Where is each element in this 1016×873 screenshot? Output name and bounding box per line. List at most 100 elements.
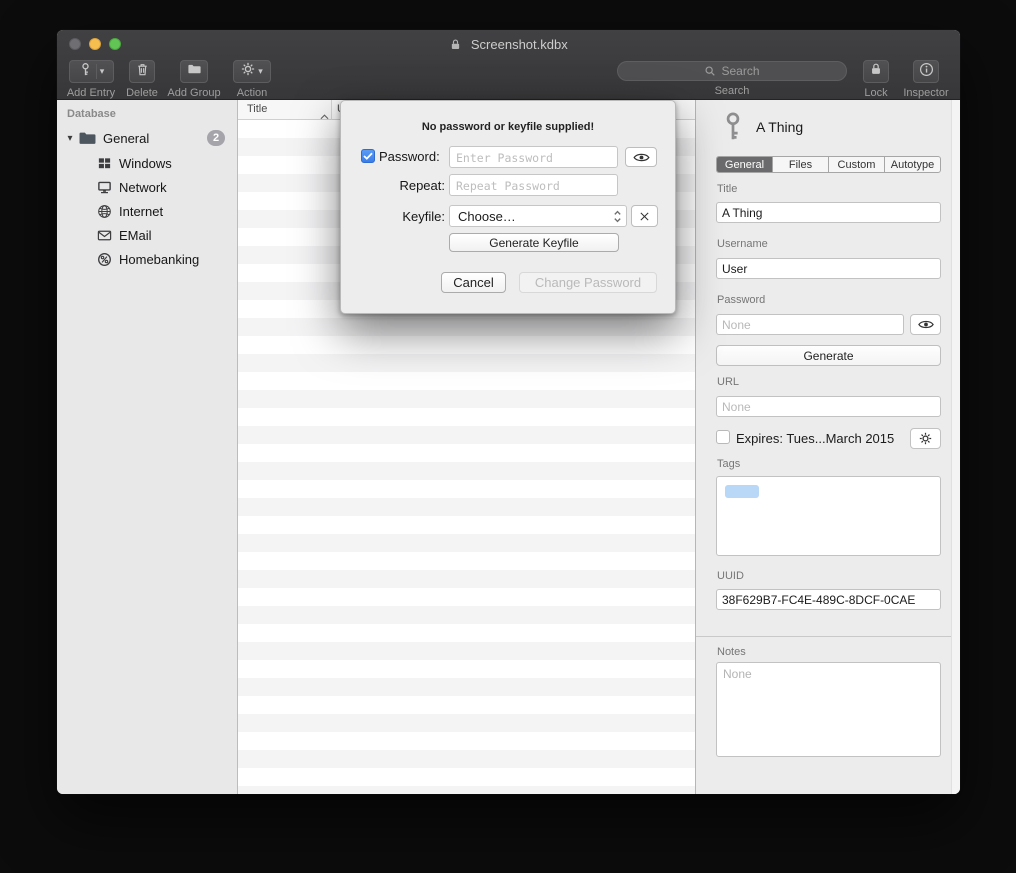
key-icon <box>722 112 744 147</box>
globe-icon <box>97 204 112 219</box>
lock-button[interactable] <box>863 60 889 83</box>
show-password-button[interactable] <box>625 147 657 167</box>
password-input[interactable] <box>449 146 618 168</box>
group-label: Network <box>119 180 167 195</box>
title-field[interactable] <box>716 202 941 223</box>
password-checkbox[interactable] <box>361 149 375 163</box>
folder-icon <box>79 131 96 146</box>
tab-custom[interactable]: Custom <box>829 157 885 172</box>
cancel-button[interactable]: Cancel <box>441 272 506 293</box>
gear-icon <box>241 62 255 81</box>
window-header: Screenshot.kdbx ▾ Add Entry Delete <box>57 30 960 100</box>
titlebar: Screenshot.kdbx <box>57 36 960 52</box>
password-label: Password: <box>379 149 440 164</box>
group-label: General <box>103 131 149 146</box>
password-label: Password <box>717 294 765 306</box>
password-field[interactable] <box>716 314 904 335</box>
group-label: Internet <box>119 204 163 219</box>
action-label: Action <box>229 87 275 99</box>
notes-field[interactable] <box>716 662 941 757</box>
tags-field[interactable] <box>716 476 941 556</box>
change-password-dialog: No password or keyfile supplied! Passwor… <box>340 100 676 314</box>
email-icon <box>97 228 112 243</box>
clear-keyfile-button[interactable] <box>631 205 658 227</box>
action-button[interactable]: ▾ <box>233 60 271 83</box>
uuid-label: UUID <box>717 570 744 582</box>
info-icon <box>919 62 934 82</box>
entry-title: A Thing <box>756 119 803 135</box>
username-field[interactable] <box>716 258 941 279</box>
delete-button[interactable] <box>129 60 155 83</box>
expires-settings-button[interactable] <box>910 428 941 449</box>
homebanking-icon <box>97 252 112 267</box>
repeat-input[interactable] <box>449 174 618 196</box>
search-icon <box>704 65 716 77</box>
lock-icon <box>869 62 883 81</box>
change-password-button[interactable]: Change Password <box>519 272 657 293</box>
gear-icon <box>919 432 932 445</box>
sidebar-section-header: Database <box>67 108 116 120</box>
action-group: ▾ Action <box>229 60 275 99</box>
show-password-button[interactable] <box>910 314 941 335</box>
tab-files[interactable]: Files <box>773 157 829 172</box>
sidebar: Database ▾ General 2 Windows Network <box>57 100 237 794</box>
split-divider <box>96 64 97 79</box>
add-group-group: Add Group <box>165 60 223 99</box>
search-label: Search <box>617 85 847 97</box>
search-input[interactable]: Search <box>617 61 847 81</box>
sidebar-item-general[interactable]: ▾ General 2 <box>57 126 237 150</box>
uuid-field[interactable] <box>716 589 941 610</box>
repeat-label: Repeat: <box>379 178 445 193</box>
chevron-down-icon[interactable]: ▾ <box>258 67 263 76</box>
expires-checkbox[interactable] <box>716 430 730 444</box>
add-group-button[interactable] <box>180 60 208 83</box>
expires-label[interactable]: Expires: Tues...March 2015 <box>736 431 894 446</box>
tags-label: Tags <box>717 458 740 470</box>
sidebar-item-windows[interactable]: Windows <box>57 151 237 175</box>
sidebar-item-internet[interactable]: Internet <box>57 199 237 223</box>
add-entry-button[interactable]: ▾ <box>69 60 114 83</box>
tab-autotype[interactable]: Autotype <box>885 157 940 172</box>
keyfile-value: Choose… <box>458 209 516 224</box>
eye-icon <box>918 319 934 330</box>
folder-icon <box>187 62 202 82</box>
eye-icon <box>633 152 650 163</box>
tab-general[interactable]: General <box>717 157 773 172</box>
column-divider[interactable] <box>331 100 332 120</box>
keyfile-label: Keyfile: <box>379 209 445 224</box>
delete-group: Delete <box>123 60 161 99</box>
group-label: Windows <box>119 156 172 171</box>
trash-icon <box>135 62 150 82</box>
sidebar-item-homebanking[interactable]: Homebanking <box>57 247 237 271</box>
inspector-panel: A Thing General Files Custom Autotype Ti… <box>695 100 960 794</box>
search-group: Search Search <box>617 60 847 97</box>
tag-chip[interactable] <box>725 485 759 498</box>
url-field[interactable] <box>716 396 941 417</box>
title-label: Title <box>717 183 737 195</box>
key-icon <box>78 62 93 82</box>
inspector-button[interactable] <box>913 60 939 83</box>
dialog-message: No password or keyfile supplied! <box>341 121 675 133</box>
inspector-scrollbar[interactable] <box>951 100 960 794</box>
check-icon <box>363 152 373 160</box>
add-group-label: Add Group <box>165 87 223 99</box>
section-divider <box>696 636 960 637</box>
generate-keyfile-button[interactable]: Generate Keyfile <box>449 233 619 252</box>
inspector-group: Inspector <box>899 60 953 99</box>
chevron-down-icon[interactable]: ▾ <box>100 67 105 76</box>
inspector-tabs: General Files Custom Autotype <box>716 156 941 173</box>
disclosure-triangle-icon[interactable]: ▾ <box>63 133 77 144</box>
add-entry-label: Add Entry <box>61 87 121 99</box>
add-entry-group: ▾ Add Entry <box>61 60 121 99</box>
group-label: EMail <box>119 228 152 243</box>
sidebar-item-network[interactable]: Network <box>57 175 237 199</box>
column-header-title[interactable]: Title <box>247 103 267 115</box>
lock-label: Lock <box>861 87 891 99</box>
document-icon <box>449 39 466 54</box>
keyfile-dropdown[interactable]: Choose… <box>449 205 627 227</box>
sidebar-item-email[interactable]: EMail <box>57 223 237 247</box>
app-window: Screenshot.kdbx ▾ Add Entry Delete <box>57 30 960 794</box>
window-title: Screenshot.kdbx <box>471 37 568 52</box>
lock-group: Lock <box>861 60 891 99</box>
generate-password-button[interactable]: Generate <box>716 345 941 366</box>
